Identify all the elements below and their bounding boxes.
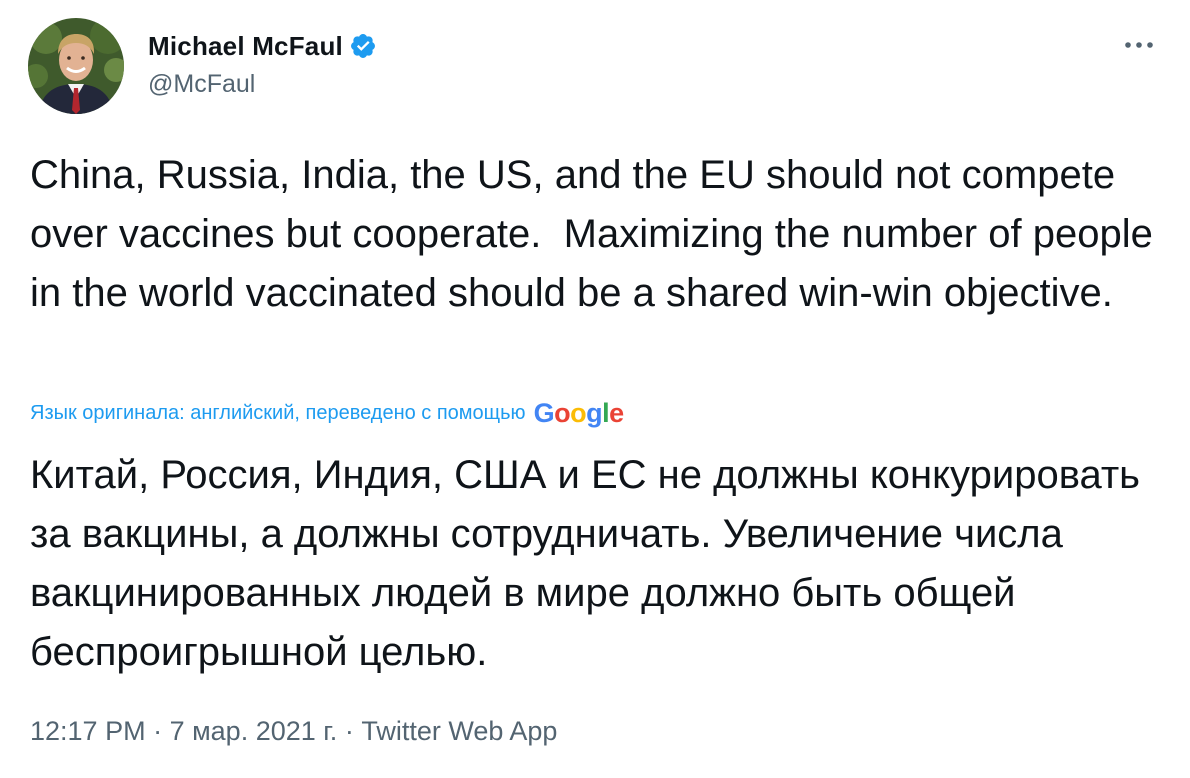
translation-notice[interactable]: Язык оригинала: английский, переведено с…: [30, 402, 526, 425]
tweet-card: Michael McFaul @McFaul China, Russia, In…: [0, 0, 1190, 778]
tweet-date[interactable]: 7 мар. 2021 г.: [170, 716, 338, 747]
tweet-text-translated: Китай, Россия, Индия, США и ЕС не должны…: [30, 453, 1141, 674]
tweet-time[interactable]: 12:17 PM: [30, 716, 146, 747]
meta-separator: ·: [337, 716, 362, 746]
avatar-image: [28, 18, 124, 114]
verified-badge-icon: [349, 32, 377, 60]
tweet-meta: 12:17 PM · 7 мар. 2021 г. · Twitter Web …: [30, 716, 557, 747]
avatar[interactable]: [28, 18, 124, 114]
author-name-row[interactable]: Michael McFaul: [148, 28, 377, 64]
google-logo: Google: [533, 397, 625, 428]
more-horizontal-icon[interactable]: [1122, 30, 1156, 60]
meta-separator: ·: [145, 716, 170, 746]
tweet-text-original: China, Russia, India, the US, and the EU…: [30, 153, 1164, 315]
author-display-name[interactable]: Michael McFaul: [148, 31, 343, 62]
translation-notice-row[interactable]: Язык оригинала: английский, переведено с…: [30, 396, 624, 430]
author-handle[interactable]: @McFaul: [148, 70, 255, 99]
tweet-source[interactable]: Twitter Web App: [361, 716, 557, 747]
